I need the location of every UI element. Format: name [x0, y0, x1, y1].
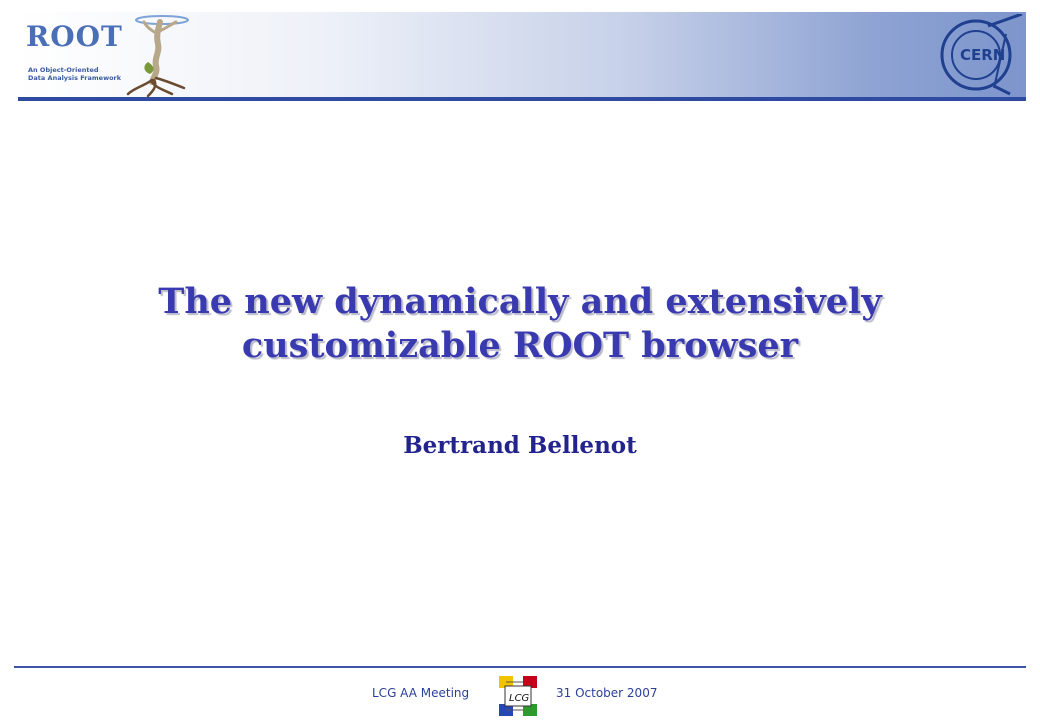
slide-title-line1: The new dynamically and extensively	[158, 281, 882, 322]
root-logo: ROOT An Object-Oriented Data Analysis Fr…	[22, 14, 202, 98]
slide-title: The new dynamically and extensively cust…	[60, 280, 980, 368]
lcg-logo-icon: LCG	[499, 676, 537, 716]
footer-rule	[14, 666, 1026, 668]
root-tagline-line1: An Object-Oriented	[28, 66, 99, 74]
slide-author: Bertrand Bellenot	[403, 432, 637, 459]
lcg-logo-text: LCG	[509, 693, 530, 704]
footer-date: 31 October 2007	[556, 686, 658, 700]
root-tagline: An Object-Oriented Data Analysis Framewo…	[28, 66, 128, 82]
footer-meeting-label: LCG AA Meeting	[372, 686, 470, 700]
cern-logo-icon: CERN	[940, 14, 1023, 96]
root-statue-figure-icon	[126, 15, 189, 98]
cern-logo-text: CERN	[960, 46, 1005, 64]
slide: ROOT An Object-Oriented Data Analysis Fr…	[0, 0, 1040, 720]
root-wordmark: ROOT	[26, 20, 123, 53]
root-tagline-line2: Data Analysis Framework	[28, 74, 122, 82]
slide-title-line2: customizable ROOT browser	[241, 325, 799, 366]
